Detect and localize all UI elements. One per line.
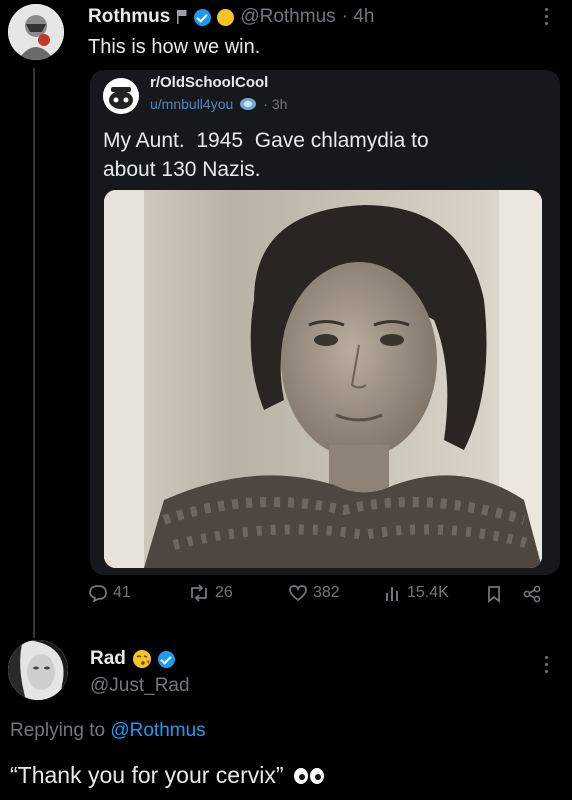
quoted-user[interactable]: u/mnbull4you — [150, 96, 233, 112]
replying-to: Replying to @Rothmus — [10, 720, 206, 742]
thread-line — [33, 68, 35, 638]
award-icon — [240, 98, 257, 110]
tweet-time[interactable]: · 4h — [342, 6, 375, 28]
bookmark-button[interactable] — [486, 585, 502, 608]
replying-to-label: Replying to — [10, 720, 111, 741]
avatar-illustration-icon — [8, 4, 64, 60]
quoted-subreddit[interactable]: r/OldSchoolCool — [150, 74, 268, 91]
share-icon — [523, 585, 541, 603]
reply-author-handle[interactable]: @Just_Rad — [90, 675, 190, 697]
reply-icon — [89, 585, 107, 602]
bookmark-icon — [488, 586, 500, 603]
avatar[interactable] — [8, 4, 64, 60]
tweet-text: This is how we win. — [88, 36, 261, 58]
reply-avatar[interactable] — [8, 640, 68, 700]
verified-badge-icon — [194, 8, 212, 26]
vintage-portrait-photo[interactable] — [104, 190, 542, 568]
quoted-meta: u/mnbull4you · 3h — [150, 96, 287, 112]
replying-to-handle[interactable]: @Rothmus — [110, 720, 205, 741]
gold-badge-icon — [217, 8, 235, 26]
tweet-header: Rothmus @Rothmus · 4h — [88, 6, 374, 28]
reply-text: “Thank you for your cervix” — [10, 762, 284, 788]
flag-icon — [177, 10, 187, 24]
author-name[interactable]: Rothmus — [88, 6, 170, 28]
reply-avatar-image — [8, 640, 68, 700]
reply-body: “Thank you for your cervix” — [10, 762, 326, 789]
share-button[interactable] — [522, 585, 542, 608]
quoted-text-line-1: My Aunt. 1945 Gave chlamydia to — [103, 129, 429, 152]
retweet-action[interactable]: 26 — [188, 584, 233, 602]
reply-author-name[interactable]: Rad — [90, 648, 126, 670]
kiss-emoji-icon — [132, 650, 151, 668]
retweet-icon — [191, 584, 207, 602]
more-options-icon[interactable] — [545, 8, 549, 26]
eyes-emoji-icon — [293, 767, 324, 784]
quoted-time: · 3h — [263, 96, 288, 112]
quoted-text: My Aunt. 1945 Gave chlamydia to about 13… — [103, 126, 429, 184]
portrait-image — [104, 190, 542, 568]
like-action[interactable]: 382 — [288, 584, 340, 602]
retweet-count: 26 — [215, 584, 233, 601]
quoted-avatar — [103, 78, 139, 114]
author-handle[interactable]: @Rothmus — [240, 6, 335, 28]
reply-header: Rad — [90, 648, 175, 670]
views-count: 15.4K — [407, 584, 449, 601]
reply-verified-badge-icon — [157, 650, 175, 668]
quoted-text-line-2: about 130 Nazis. — [103, 158, 261, 181]
reply-action[interactable]: 41 — [88, 584, 131, 602]
reddit-snoo-icon — [103, 78, 139, 114]
views-action[interactable]: 15.4K — [384, 584, 449, 602]
reply-more-options-icon[interactable] — [545, 656, 549, 674]
heart-icon — [289, 585, 307, 602]
reply-count: 41 — [113, 584, 131, 601]
like-count: 382 — [313, 584, 340, 601]
views-chart-icon — [386, 587, 398, 601]
